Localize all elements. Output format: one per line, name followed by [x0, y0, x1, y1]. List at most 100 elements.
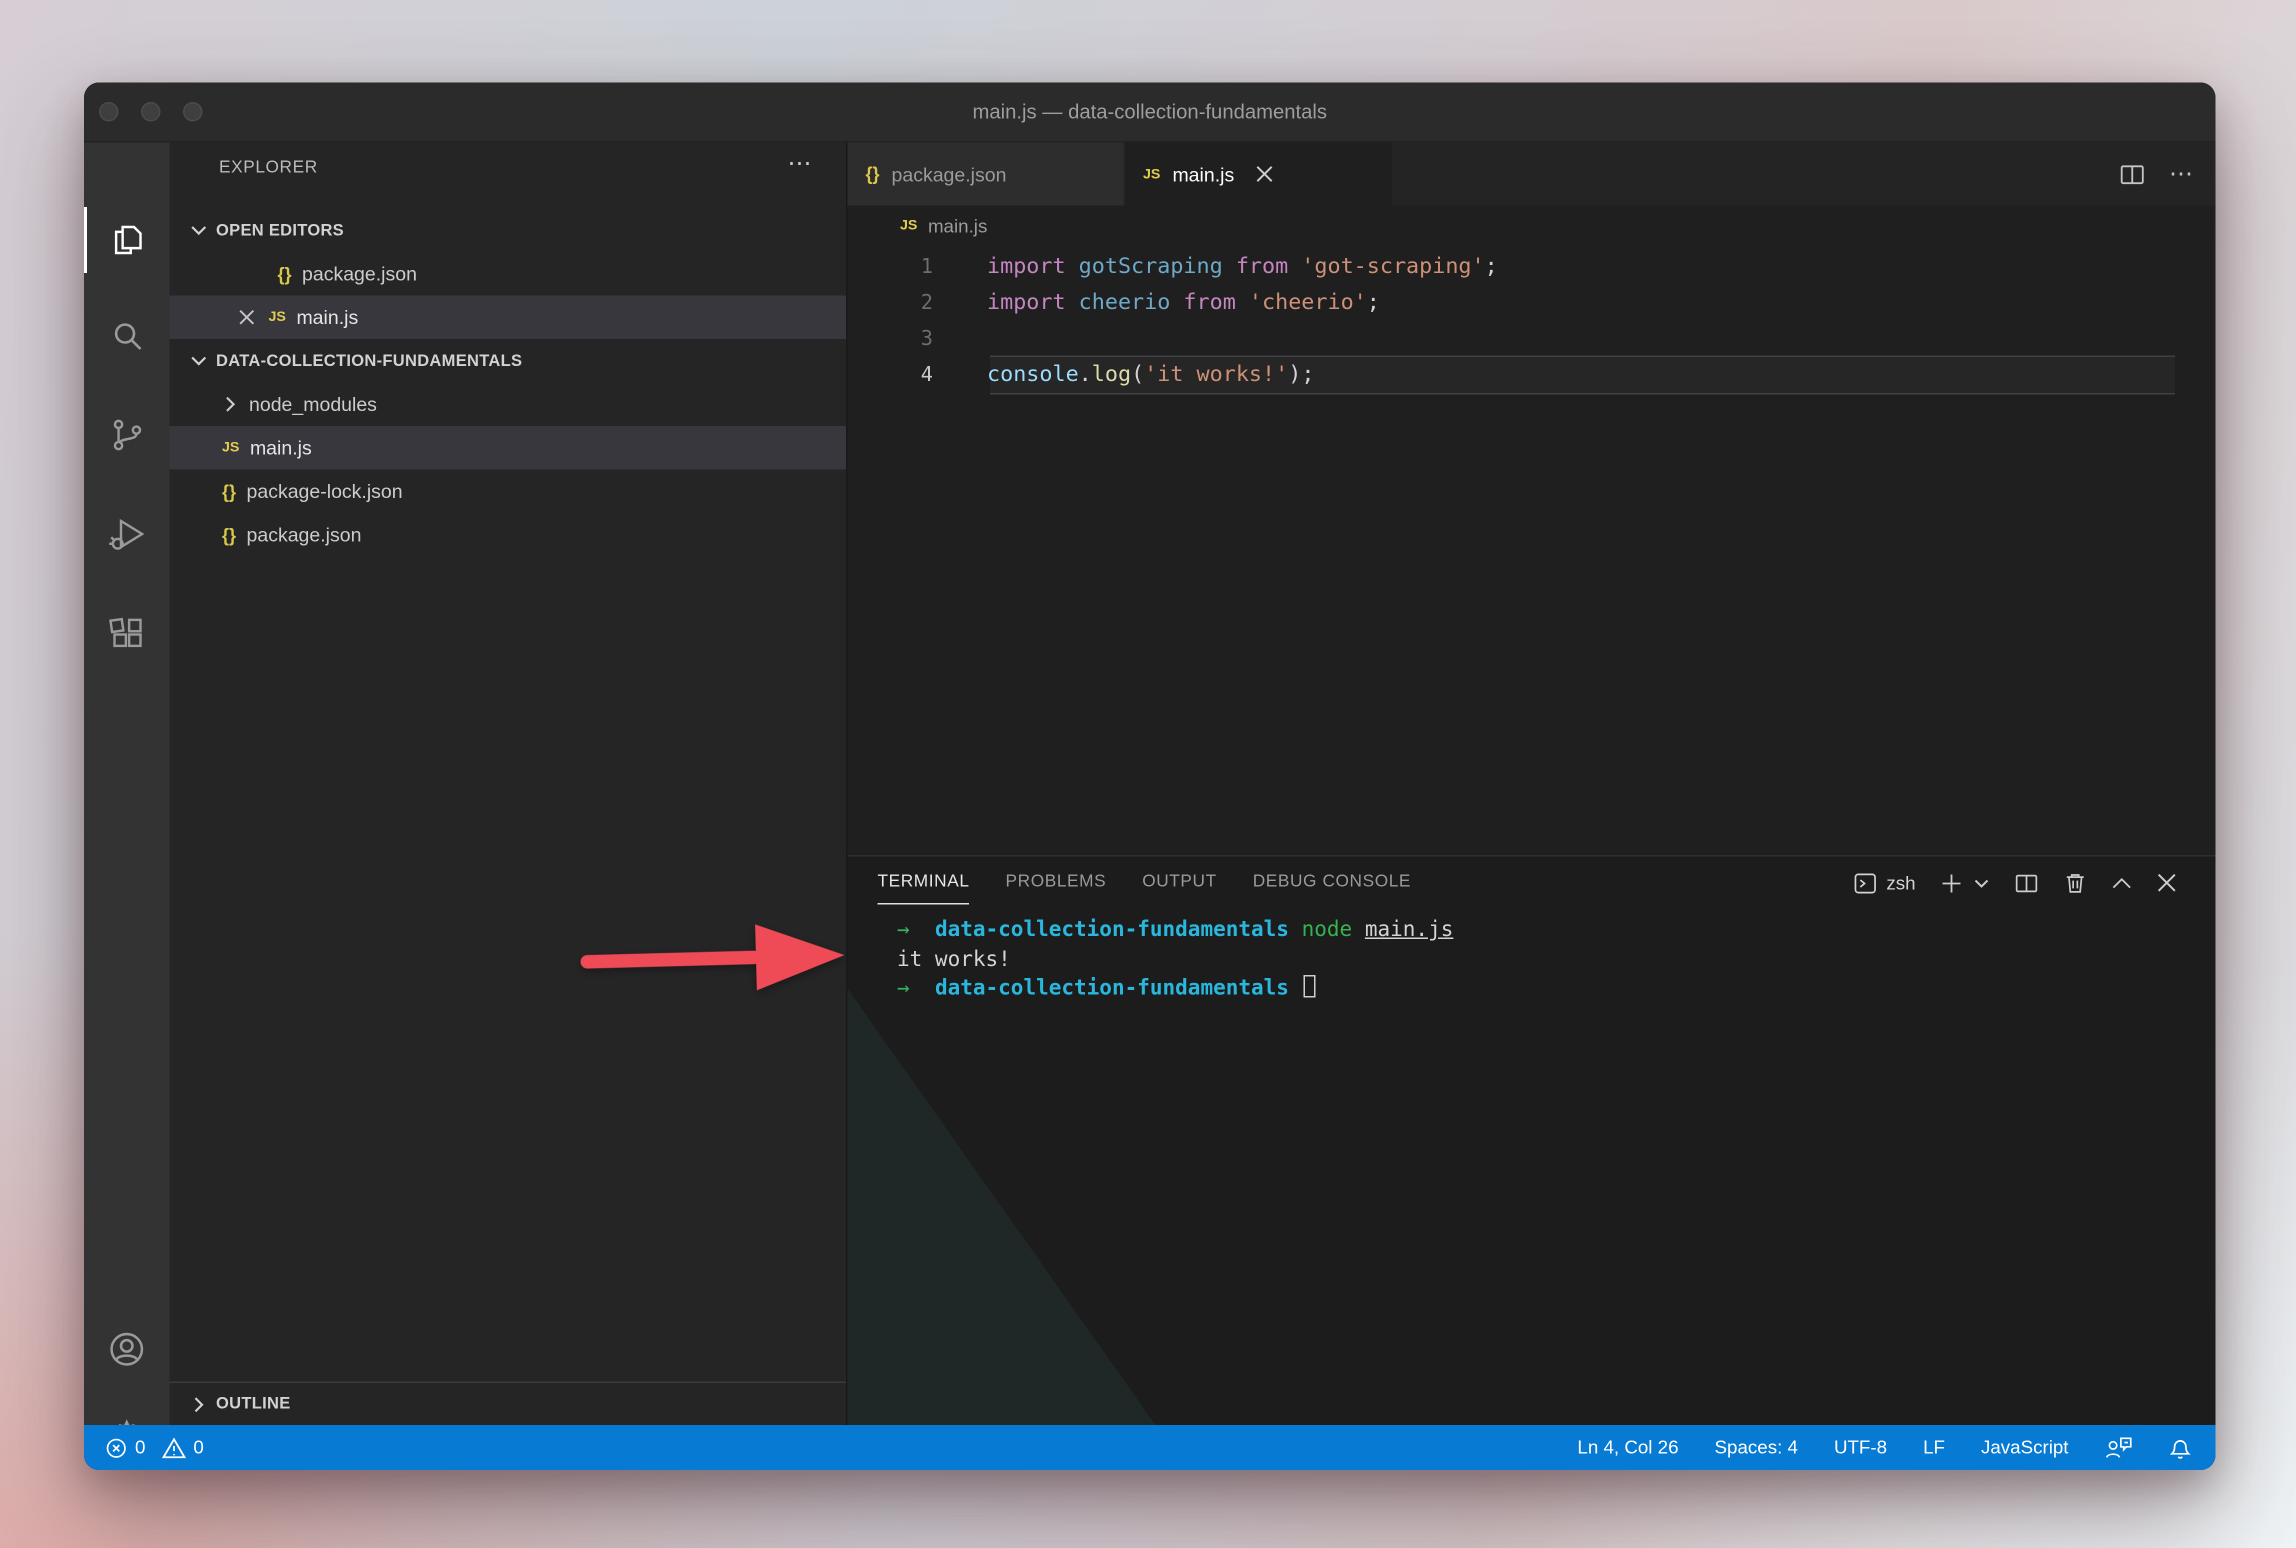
json-file-icon: {} — [222, 481, 236, 502]
source-control-icon[interactable] — [84, 396, 170, 474]
code-line: 4 console.log('it works!'); — [848, 357, 2216, 393]
cursor-position[interactable]: Ln 4, Col 26 — [1577, 1437, 1678, 1458]
activity-bar: 1 — [84, 143, 170, 1426]
launch-profile-chevron-icon[interactable] — [1974, 875, 1989, 890]
explorer-icon[interactable] — [84, 201, 170, 279]
js-file-icon: JS — [222, 440, 239, 457]
js-file-icon: JS — [1143, 166, 1160, 183]
outline-section-header[interactable]: OUTLINE — [170, 1382, 847, 1426]
tree-item-package-lock[interactable]: {} package-lock.json — [170, 470, 847, 514]
open-editor-label: main.js — [296, 306, 358, 329]
code-text: console.log('it works!'); — [987, 357, 1314, 393]
tab-main-js[interactable]: JS main.js — [1125, 143, 1392, 206]
tab-label: package.json — [892, 163, 1007, 186]
tab-debug-console[interactable]: DEBUG CONSOLE — [1253, 857, 1411, 910]
terminal-panel: TERMINAL PROBLEMS OUTPUT DEBUG CONSOLE z… — [848, 855, 2216, 1425]
chevron-down-icon — [191, 222, 208, 239]
warning-count: 0 — [193, 1437, 203, 1458]
problems-summary[interactable]: 0 0 — [105, 1436, 204, 1459]
code-line: 2 import cheerio from 'cheerio'; — [848, 285, 2216, 321]
project-section-header[interactable]: DATA-COLLECTION-FUNDAMENTALS — [170, 339, 847, 383]
encoding[interactable]: UTF-8 — [1834, 1437, 1887, 1458]
outline-label: OUTLINE — [216, 1395, 291, 1413]
open-editor-main-js[interactable]: JS main.js — [170, 296, 847, 340]
search-icon[interactable] — [84, 297, 170, 375]
status-bar: 0 0 Ln 4, Col 26 Spaces: 4 UTF-8 LF Java… — [84, 1425, 2216, 1470]
line-number: 1 — [848, 249, 934, 285]
sidebar-title-row: EXPLORER ⋯ — [170, 143, 847, 197]
chevron-down-icon — [191, 353, 208, 370]
code-line: 3 — [848, 321, 2216, 357]
account-icon[interactable] — [84, 1310, 170, 1388]
json-file-icon: {} — [222, 524, 236, 545]
js-file-icon: JS — [269, 309, 286, 326]
chevron-right-icon — [222, 396, 239, 413]
shell-selector[interactable]: zsh — [1853, 872, 1915, 893]
warning-icon — [162, 1436, 186, 1459]
editor-tabstrip: {} package.json JS main.js ⋯ — [848, 143, 2216, 206]
eol-sequence[interactable]: LF — [1923, 1437, 1945, 1458]
tab-terminal[interactable]: TERMINAL — [878, 857, 970, 910]
tab-label: main.js — [1172, 163, 1234, 186]
line-number: 4 — [848, 357, 934, 393]
code-editor[interactable]: 1 import gotScraping from 'got-scraping'… — [848, 246, 2216, 855]
open-editors-header[interactable]: OPEN EDITORS — [170, 209, 847, 253]
line-number: 3 — [848, 321, 934, 357]
tab-package-json[interactable]: {} package.json — [848, 143, 1126, 206]
run-debug-icon[interactable] — [84, 495, 170, 573]
vscode-window: main.js — data-collection-fundamentals — [84, 83, 2216, 1471]
breadcrumb[interactable]: JS main.js — [848, 206, 2216, 247]
tree-item-label: package-lock.json — [247, 480, 403, 503]
indentation[interactable]: Spaces: 4 — [1715, 1437, 1798, 1458]
explorer-more-actions-icon[interactable]: ⋯ — [788, 149, 814, 179]
close-icon[interactable] — [1255, 165, 1273, 183]
terminal-line: it works! — [897, 947, 1011, 971]
json-file-icon: {} — [866, 164, 880, 185]
kill-terminal-icon[interactable] — [2064, 872, 2087, 895]
code-text: import gotScraping from 'got-scraping'; — [987, 249, 1498, 285]
desktop: main.js — data-collection-fundamentals — [0, 0, 2296, 1548]
terminal-watermark — [848, 977, 1163, 1427]
maximize-panel-icon[interactable] — [2112, 876, 2132, 890]
close-panel-icon[interactable] — [2157, 873, 2177, 893]
terminal-line: → data-collection-fundamentals node main… — [897, 918, 1453, 942]
shell-label: zsh — [1886, 872, 1915, 893]
line-number: 2 — [848, 285, 934, 321]
close-icon[interactable] — [239, 309, 263, 326]
tab-problems[interactable]: PROBLEMS — [1006, 857, 1107, 910]
tree-item-main-js[interactable]: JS main.js — [170, 426, 847, 470]
js-file-icon: JS — [900, 218, 917, 235]
window-title: main.js — data-collection-fundamentals — [84, 83, 2216, 143]
annotation-arrow — [574, 916, 853, 1001]
split-terminal-icon[interactable] — [2015, 872, 2039, 893]
project-name-label: DATA-COLLECTION-FUNDAMENTALS — [216, 352, 522, 370]
chevron-right-icon — [191, 1396, 208, 1413]
tree-item-label: node_modules — [249, 393, 377, 416]
code-text: import cheerio from 'cheerio'; — [987, 285, 1380, 321]
notifications-bell-icon[interactable] — [2169, 1436, 2192, 1460]
sidebar-title: EXPLORER — [219, 159, 318, 177]
titlebar[interactable]: main.js — data-collection-fundamentals — [84, 83, 2216, 143]
extensions-icon[interactable] — [84, 596, 170, 674]
language-mode[interactable]: JavaScript — [1981, 1437, 2069, 1458]
error-icon — [105, 1436, 128, 1459]
split-editor-icon[interactable] — [2120, 163, 2146, 186]
terminal-output[interactable]: → data-collection-fundamentals node main… — [897, 917, 1453, 1005]
tree-item-package-json[interactable]: {} package.json — [170, 513, 847, 557]
terminal-prompt-icon — [1853, 872, 1876, 893]
panel-tabs: TERMINAL PROBLEMS OUTPUT DEBUG CONSOLE — [848, 857, 1412, 910]
open-editor-package-json[interactable]: {} package.json — [170, 252, 847, 296]
feedback-icon[interactable] — [2105, 1436, 2134, 1460]
breadcrumb-item: main.js — [928, 215, 987, 236]
tab-output[interactable]: OUTPUT — [1142, 857, 1217, 910]
json-file-icon: {} — [278, 263, 292, 284]
explorer-sidebar: EXPLORER ⋯ OPEN EDITORS {} package.json … — [170, 143, 847, 1426]
editor-more-actions-icon[interactable]: ⋯ — [2169, 159, 2195, 189]
open-editors-label: OPEN EDITORS — [216, 221, 344, 239]
terminal-cursor — [1303, 975, 1315, 998]
open-editor-label: package.json — [302, 263, 417, 286]
new-terminal-icon[interactable] — [1941, 872, 1962, 893]
tree-item-node-modules[interactable]: node_modules — [170, 383, 847, 427]
code-line: 1 import gotScraping from 'got-scraping'… — [848, 249, 2216, 285]
tree-item-label: main.js — [250, 437, 312, 460]
